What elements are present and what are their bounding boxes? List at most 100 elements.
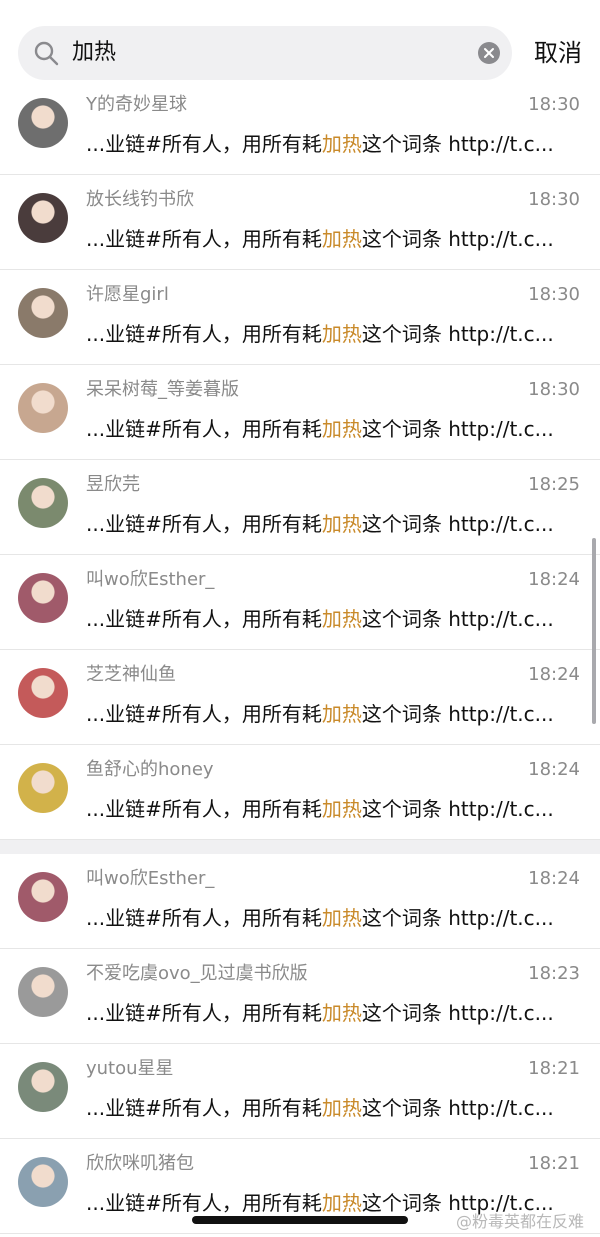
snippet-text-before: ...业链#所有人，用所有耗 bbox=[86, 702, 322, 726]
list-item[interactable]: 许愿星girl 18:30 ...业链#所有人，用所有耗加热这个词条 http://… bbox=[0, 270, 600, 365]
snippet-text-before: ...业链#所有人，用所有耗 bbox=[86, 227, 322, 251]
result-author-name[interactable]: 欣欣咪叽猪包 bbox=[86, 1149, 194, 1175]
result-author-name[interactable]: 呆呆树莓_等姜暮版 bbox=[86, 375, 239, 401]
search-input[interactable]: 加热 bbox=[72, 26, 116, 80]
snippet-text-before: ...业链#所有人，用所有耗 bbox=[86, 512, 322, 536]
list-item[interactable]: 叫wo欣Esther_ 18:24 ...业链#所有人，用所有耗加热这个词条 htt… bbox=[0, 555, 600, 650]
cancel-button[interactable]: 取消 bbox=[534, 26, 582, 80]
watermark: @粉毒英都在反难 bbox=[456, 1212, 585, 1231]
result-snippet: ...业链#所有人，用所有耗加热这个词条 http://t.c... bbox=[86, 902, 580, 931]
snippet-highlight: 加热 bbox=[321, 512, 362, 536]
avatar[interactable] bbox=[18, 193, 68, 243]
result-time: 18:25 bbox=[528, 474, 580, 495]
result-author-name[interactable]: 芝芝神仙鱼 bbox=[86, 660, 176, 686]
avatar[interactable] bbox=[18, 872, 68, 922]
snippet-highlight: 加热 bbox=[321, 322, 362, 346]
result-snippet: ...业链#所有人，用所有耗加热这个词条 http://t.c... bbox=[86, 1092, 580, 1121]
result-time: 18:24 bbox=[528, 759, 580, 780]
snippet-text-before: ...业链#所有人，用所有耗 bbox=[86, 1096, 322, 1120]
snippet-text-before: ...业链#所有人，用所有耗 bbox=[86, 607, 322, 631]
snippet-text-after: 这个词条 http://t.c... bbox=[361, 227, 554, 251]
search-bar: 加热 取消 bbox=[0, 0, 600, 92]
result-author-name[interactable]: 不爱吃虞ovo_见过虞书欣版 bbox=[86, 959, 308, 985]
result-time: 18:21 bbox=[528, 1058, 580, 1079]
scrollbar[interactable] bbox=[592, 538, 596, 724]
avatar[interactable] bbox=[18, 478, 68, 528]
list-item[interactable]: 昱欣芫 18:25 ...业链#所有人，用所有耗加热这个词条 http://t.c.… bbox=[0, 460, 600, 555]
snippet-text-after: 这个词条 http://t.c... bbox=[361, 702, 554, 726]
list-item[interactable]: Y的奇妙星球 18:30 ...业链#所有人，用所有耗加热这个词条 http://t… bbox=[0, 80, 600, 175]
list-item[interactable]: 放长线钓书欣 18:30 ...业链#所有人，用所有耗加热这个词条 http://t… bbox=[0, 175, 600, 270]
snippet-highlight: 加热 bbox=[321, 132, 362, 156]
result-time: 18:24 bbox=[528, 664, 580, 685]
snippet-text-after: 这个词条 http://t.c... bbox=[361, 1096, 554, 1120]
avatar[interactable] bbox=[18, 288, 68, 338]
result-time: 18:30 bbox=[528, 189, 580, 210]
snippet-highlight: 加热 bbox=[321, 227, 362, 251]
avatar[interactable] bbox=[18, 383, 68, 433]
snippet-text-before: ...业链#所有人，用所有耗 bbox=[86, 417, 322, 441]
snippet-highlight: 加热 bbox=[321, 906, 362, 930]
snippet-highlight: 加热 bbox=[321, 702, 362, 726]
result-author-name[interactable]: 叫wo欣Esther_ bbox=[86, 565, 214, 591]
avatar[interactable] bbox=[18, 98, 68, 148]
home-indicator bbox=[192, 1216, 408, 1224]
result-snippet: ...业链#所有人，用所有耗加热这个词条 http://t.c... bbox=[86, 793, 580, 822]
snippet-text-before: ...业链#所有人，用所有耗 bbox=[86, 1191, 322, 1215]
list-item[interactable]: 芝芝神仙鱼 18:24 ...业链#所有人，用所有耗加热这个词条 http://t.… bbox=[0, 650, 600, 745]
result-author-name[interactable]: 昱欣芫 bbox=[86, 470, 140, 496]
snippet-highlight: 加热 bbox=[321, 1191, 362, 1215]
snippet-text-before: ...业链#所有人，用所有耗 bbox=[86, 906, 322, 930]
result-time: 18:30 bbox=[528, 284, 580, 305]
snippet-highlight: 加热 bbox=[321, 607, 362, 631]
snippet-text-after: 这个词条 http://t.c... bbox=[361, 607, 554, 631]
result-snippet: ...业链#所有人，用所有耗加热这个词条 http://t.c... bbox=[86, 318, 580, 347]
snippet-text-after: 这个词条 http://t.c... bbox=[361, 417, 554, 441]
result-author-name[interactable]: 放长线钓书欣 bbox=[86, 185, 194, 211]
result-time: 18:30 bbox=[528, 379, 580, 400]
snippet-text-after: 这个词条 http://t.c... bbox=[361, 797, 554, 821]
snippet-text-after: 这个词条 http://t.c... bbox=[361, 1001, 554, 1025]
result-author-name[interactable]: Y的奇妙星球 bbox=[86, 90, 187, 116]
avatar[interactable] bbox=[18, 1157, 68, 1207]
avatar[interactable] bbox=[18, 763, 68, 813]
result-snippet: ...业链#所有人，用所有耗加热这个词条 http://t.c... bbox=[86, 413, 580, 442]
list-item[interactable]: 鱼舒心的honey 18:24 ...业链#所有人，用所有耗加热这个词条 http:… bbox=[0, 745, 600, 840]
result-snippet: ...业链#所有人，用所有耗加热这个词条 http://t.c... bbox=[86, 128, 580, 157]
list-item[interactable]: 叫wo欣Esther_ 18:24 ...业链#所有人，用所有耗加热这个词条 htt… bbox=[0, 854, 600, 949]
result-time: 18:24 bbox=[528, 569, 580, 590]
search-results-list: Y的奇妙星球 18:30 ...业链#所有人，用所有耗加热这个词条 http://t… bbox=[0, 80, 600, 1234]
snippet-text-after: 这个词条 http://t.c... bbox=[361, 132, 554, 156]
snippet-text-before: ...业链#所有人，用所有耗 bbox=[86, 322, 322, 346]
snippet-highlight: 加热 bbox=[321, 797, 362, 821]
list-item[interactable]: 不爱吃虞ovo_见过虞书欣版 18:23 ...业链#所有人，用所有耗加热这个词条 … bbox=[0, 949, 600, 1044]
result-author-name[interactable]: 叫wo欣Esther_ bbox=[86, 864, 214, 890]
result-snippet: ...业链#所有人，用所有耗加热这个词条 http://t.c... bbox=[86, 603, 580, 632]
result-snippet: ...业链#所有人，用所有耗加热这个词条 http://t.c... bbox=[86, 508, 580, 537]
snippet-text-after: 这个词条 http://t.c... bbox=[361, 512, 554, 536]
list-item[interactable]: yutou星星 18:21 ...业链#所有人，用所有耗加热这个词条 http://… bbox=[0, 1044, 600, 1139]
avatar[interactable] bbox=[18, 668, 68, 718]
avatar[interactable] bbox=[18, 967, 68, 1017]
snippet-text-before: ...业链#所有人，用所有耗 bbox=[86, 797, 322, 821]
result-snippet: ...业链#所有人，用所有耗加热这个词条 http://t.c... bbox=[86, 698, 580, 727]
avatar[interactable] bbox=[18, 573, 68, 623]
avatar[interactable] bbox=[18, 1062, 68, 1112]
result-time: 18:30 bbox=[528, 94, 580, 115]
result-author-name[interactable]: yutou星星 bbox=[86, 1054, 174, 1080]
snippet-highlight: 加热 bbox=[321, 1096, 362, 1120]
list-item[interactable]: 呆呆树莓_等姜暮版 18:30 ...业链#所有人，用所有耗加热这个词条 http:… bbox=[0, 365, 600, 460]
result-snippet: ...业链#所有人，用所有耗加热这个词条 http://t.c... bbox=[86, 223, 580, 252]
snippet-highlight: 加热 bbox=[321, 417, 362, 441]
snippet-highlight: 加热 bbox=[321, 1001, 362, 1025]
snippet-text-before: ...业链#所有人，用所有耗 bbox=[86, 132, 322, 156]
result-author-name[interactable]: 鱼舒心的honey bbox=[86, 755, 214, 781]
clear-icon[interactable] bbox=[478, 42, 500, 64]
snippet-text-after: 这个词条 http://t.c... bbox=[361, 906, 554, 930]
result-snippet: ...业链#所有人，用所有耗加热这个词条 http://t.c... bbox=[86, 997, 580, 1026]
result-author-name[interactable]: 许愿星girl bbox=[86, 280, 169, 306]
search-box[interactable]: 加热 bbox=[18, 26, 512, 80]
snippet-text-after: 这个词条 http://t.c... bbox=[361, 322, 554, 346]
section-divider bbox=[0, 840, 600, 854]
result-time: 18:21 bbox=[528, 1153, 580, 1174]
